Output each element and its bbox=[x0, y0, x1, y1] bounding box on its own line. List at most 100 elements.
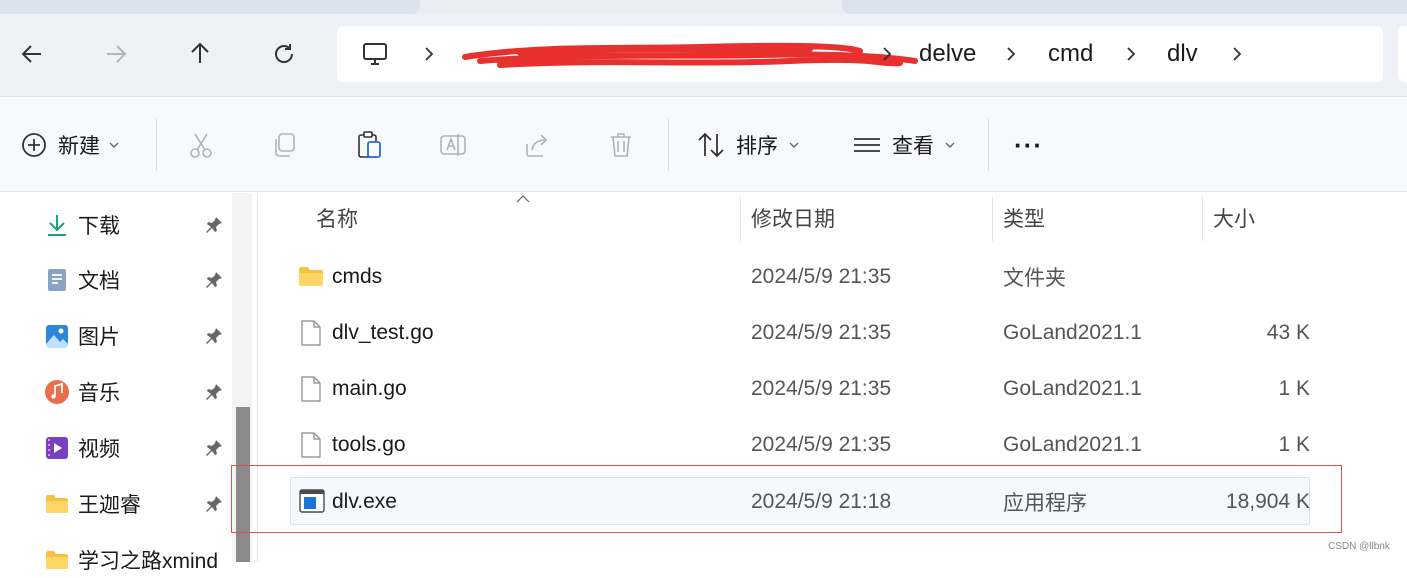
file-row[interactable]: tools.go 2024/5/9 21:35 GoLand2021.1 1 K bbox=[290, 421, 1310, 469]
sidebar-item-folder[interactable]: 学习之路xmind bbox=[44, 542, 234, 578]
file-icon bbox=[301, 432, 321, 458]
sidebar-item-music[interactable]: 音乐 bbox=[44, 374, 234, 410]
view-label: 查看 bbox=[892, 135, 934, 158]
sidebar-item-label: 文档 bbox=[78, 270, 120, 293]
sidebar-item-label: 学习之路xmind bbox=[78, 550, 219, 573]
download-icon bbox=[48, 215, 66, 236]
column-header-name[interactable]: 名称 bbox=[316, 193, 358, 243]
sort-button[interactable]: 排序 bbox=[696, 125, 800, 165]
chevron-down-icon bbox=[109, 142, 119, 148]
divider bbox=[156, 119, 157, 171]
navigation-pane: 下载 文档 图片 音乐 视频 王迦睿 学习之路xmind bbox=[0, 193, 258, 573]
sidebar-item-documents[interactable]: 文档 bbox=[44, 262, 234, 298]
back-button[interactable] bbox=[14, 36, 50, 72]
file-size: 1 K bbox=[1278, 433, 1310, 456]
plus-circle-icon bbox=[22, 133, 46, 157]
sidebar-item-label: 王迦睿 bbox=[78, 494, 141, 517]
chevron-right-icon[interactable] bbox=[877, 42, 897, 66]
picture-icon bbox=[46, 325, 68, 348]
file-row[interactable]: main.go 2024/5/9 21:35 GoLand2021.1 1 K bbox=[290, 365, 1310, 413]
chevron-right-icon[interactable] bbox=[1001, 42, 1021, 66]
file-type: GoLand2021.1 bbox=[1003, 321, 1142, 344]
file-modified: 2024/5/9 21:35 bbox=[751, 433, 892, 456]
divider bbox=[988, 119, 989, 171]
column-divider[interactable] bbox=[992, 197, 993, 241]
redaction-scribble bbox=[462, 42, 918, 68]
file-row[interactable]: dlv_test.go 2024/5/9 21:35 GoLand2021.1 … bbox=[290, 309, 1310, 357]
pin-icon[interactable] bbox=[204, 494, 224, 514]
chevron-right-icon[interactable] bbox=[1121, 42, 1141, 66]
column-divider[interactable] bbox=[740, 197, 741, 241]
document-icon bbox=[48, 269, 66, 291]
sidebar-item-label: 图片 bbox=[78, 326, 120, 349]
column-header-modified[interactable]: 修改日期 bbox=[751, 193, 835, 243]
copy-icon bbox=[275, 133, 295, 157]
rename-button[interactable] bbox=[438, 125, 468, 165]
file-type: 文件夹 bbox=[1003, 267, 1066, 290]
chevron-right-icon[interactable] bbox=[1227, 42, 1247, 66]
arrow-right-icon bbox=[107, 45, 127, 63]
file-size: 1 K bbox=[1278, 377, 1310, 400]
file-type: GoLand2021.1 bbox=[1003, 377, 1142, 400]
delete-button[interactable] bbox=[606, 125, 636, 165]
breadcrumb-delve[interactable]: delve bbox=[919, 40, 976, 68]
column-header-type[interactable]: 类型 bbox=[1003, 193, 1045, 243]
arrow-left-icon bbox=[21, 45, 41, 63]
pin-icon[interactable] bbox=[204, 382, 224, 402]
copy-button[interactable] bbox=[270, 125, 300, 165]
file-name: dlv_test.go bbox=[332, 321, 434, 344]
view-button[interactable]: 查看 bbox=[852, 125, 956, 165]
music-icon bbox=[45, 380, 69, 404]
pin-icon[interactable] bbox=[204, 438, 224, 458]
address-bar[interactable]: ··· delve cmd dlv bbox=[337, 26, 1383, 82]
sidebar-item-folder[interactable]: 王迦睿 bbox=[44, 486, 234, 522]
sidebar-item-videos[interactable]: 视频 bbox=[44, 430, 234, 466]
sidebar-item-downloads[interactable]: 下载 bbox=[44, 207, 234, 243]
pin-icon[interactable] bbox=[204, 215, 224, 235]
list-view-icon bbox=[854, 138, 880, 152]
breadcrumb-dlv[interactable]: dlv bbox=[1167, 40, 1198, 68]
new-button[interactable]: 新建 bbox=[20, 125, 120, 165]
pin-icon[interactable] bbox=[204, 326, 224, 346]
forward-button[interactable] bbox=[98, 36, 134, 72]
trash-icon bbox=[611, 133, 631, 157]
file-name: cmds bbox=[332, 265, 383, 288]
cut-button[interactable] bbox=[186, 125, 216, 165]
command-bar: 新建 排序 查看 ··· bbox=[0, 96, 1407, 192]
sidebar-item-pictures[interactable]: 图片 bbox=[44, 318, 234, 354]
sidebar-item-label: 音乐 bbox=[78, 382, 120, 405]
tab-right[interactable] bbox=[842, 0, 1407, 14]
arrow-up-icon bbox=[191, 42, 209, 63]
refresh-icon bbox=[275, 44, 294, 63]
chevron-down-icon bbox=[789, 142, 799, 148]
share-button[interactable] bbox=[522, 125, 552, 165]
paste-button[interactable] bbox=[354, 125, 384, 165]
sort-ascending-icon bbox=[516, 195, 530, 203]
breadcrumb-cmd[interactable]: cmd bbox=[1048, 40, 1093, 68]
more-button[interactable]: ··· bbox=[1014, 125, 1043, 165]
folder-icon bbox=[46, 551, 68, 569]
refresh-button[interactable] bbox=[266, 36, 302, 72]
share-icon bbox=[526, 134, 548, 157]
monitor-icon bbox=[363, 43, 387, 65]
chevron-right-icon[interactable] bbox=[419, 42, 439, 66]
column-header-size[interactable]: 大小 bbox=[1213, 193, 1255, 243]
rename-icon bbox=[440, 134, 466, 156]
tab-left[interactable] bbox=[0, 0, 420, 14]
column-divider[interactable] bbox=[1202, 197, 1203, 241]
scissors-icon bbox=[190, 133, 212, 158]
sort-label: 排序 bbox=[736, 135, 778, 158]
search-box-edge[interactable] bbox=[1398, 26, 1407, 82]
new-label: 新建 bbox=[58, 135, 100, 158]
file-modified: 2024/5/9 21:35 bbox=[751, 321, 892, 344]
sidebar-item-label: 视频 bbox=[78, 438, 120, 461]
up-button[interactable] bbox=[182, 36, 218, 72]
file-name: tools.go bbox=[332, 433, 406, 456]
file-icon bbox=[301, 320, 321, 346]
file-row[interactable]: cmds 2024/5/9 21:35 文件夹 bbox=[290, 253, 1310, 301]
file-name: main.go bbox=[332, 377, 407, 400]
video-icon bbox=[46, 437, 68, 459]
pin-icon[interactable] bbox=[204, 270, 224, 290]
clipboard-icon bbox=[358, 131, 381, 158]
sidebar-item-label: 下载 bbox=[78, 215, 120, 238]
